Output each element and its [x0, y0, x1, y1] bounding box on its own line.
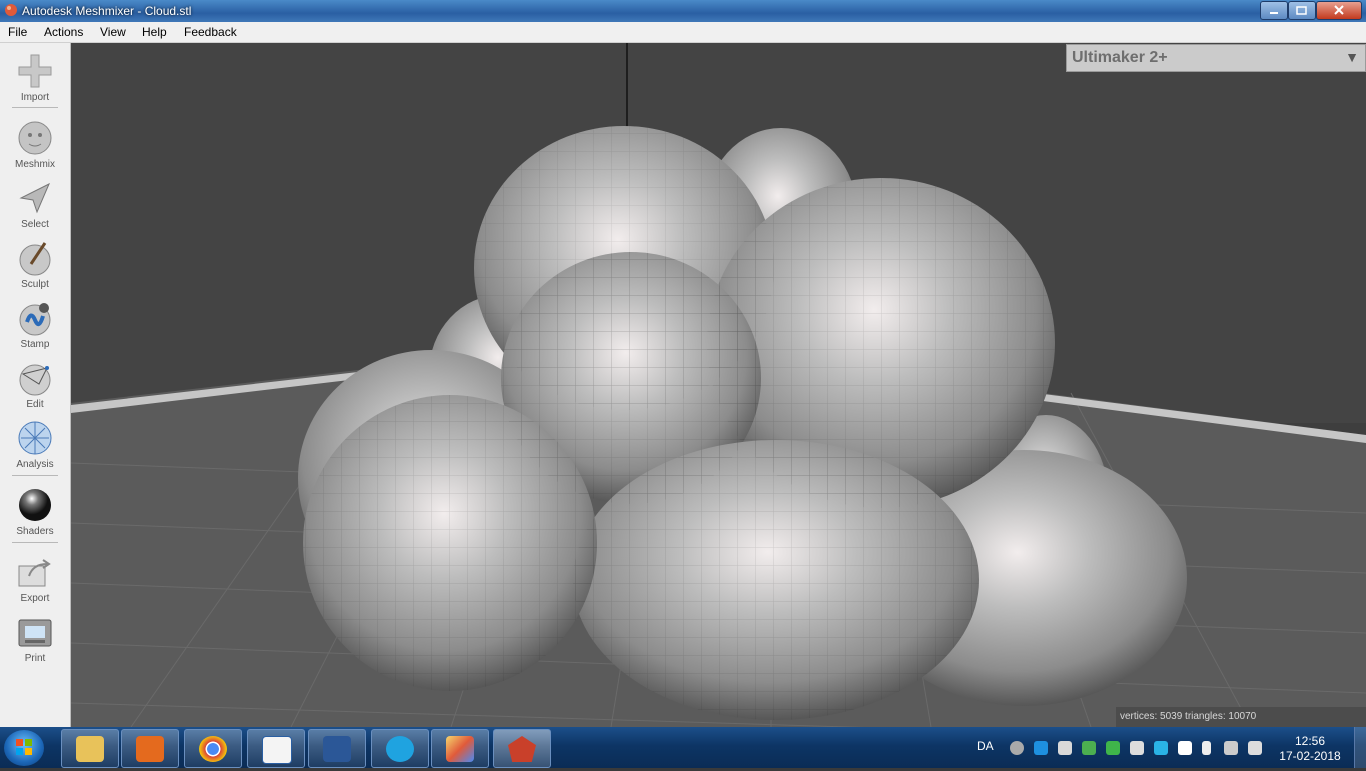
tray-device-icon[interactable]: [1130, 741, 1144, 755]
export-icon: [18, 559, 51, 587]
taskbar-explorer[interactable]: [61, 729, 119, 768]
chrome-icon: [199, 736, 227, 762]
system-clock[interactable]: 12:56 17-02-2018: [1270, 734, 1350, 764]
dropdown-arrow-icon: ▼: [1345, 49, 1359, 65]
stamp-icon: [19, 303, 51, 336]
menu-view[interactable]: View: [100, 25, 126, 39]
mesh-stats-text: vertices: 5039 triangles: 10070: [1120, 711, 1257, 722]
shaders-label: Shaders: [16, 526, 54, 537]
import-tool[interactable]: Import: [0, 47, 70, 103]
print-label: Print: [24, 653, 46, 664]
menu-feedback[interactable]: Feedback: [184, 25, 237, 39]
scene-canvas: [71, 43, 1366, 727]
select-label: Select: [21, 219, 49, 230]
meshmix-face-icon: [18, 121, 52, 155]
export-tool[interactable]: Export: [0, 548, 70, 604]
tray-volume-icon[interactable]: [1248, 741, 1262, 755]
menu-file[interactable]: File: [8, 25, 27, 39]
tray-network-icon[interactable]: [1010, 741, 1024, 755]
printer-icon: [18, 619, 52, 647]
sculpt-brush-icon: [19, 242, 51, 276]
meshmixer-icon: [508, 736, 536, 762]
print-tool[interactable]: Print: [0, 608, 70, 664]
edit-mesh-icon: [19, 364, 51, 396]
taskbar-word[interactable]: [308, 729, 366, 768]
taskbar: DA 12:56 17-02-2018: [0, 727, 1366, 768]
window-title: Autodesk Meshmixer - Cloud.stl: [22, 4, 192, 18]
tray-sync-icon[interactable]: [1034, 741, 1048, 755]
minimize-icon: [1270, 12, 1278, 14]
tray-shield-icon[interactable]: [1058, 741, 1072, 755]
sculpt-tool[interactable]: Sculpt: [0, 234, 70, 290]
meshmix-label: Meshmix: [14, 159, 55, 170]
tray-signal-icon[interactable]: [1224, 741, 1238, 755]
menu-help[interactable]: Help: [142, 25, 167, 39]
close-button[interactable]: [1316, 1, 1362, 20]
taskbar-media-player[interactable]: [121, 729, 179, 768]
taskbar-meshmixer[interactable]: [493, 729, 551, 768]
edit-label: Edit: [26, 399, 44, 410]
meshmixer-app-icon: [5, 4, 17, 16]
language-indicator[interactable]: DA: [977, 739, 994, 753]
tray-flag-icon[interactable]: [1178, 741, 1192, 755]
taskbar-ccleaner[interactable]: [371, 729, 429, 768]
media-player-icon: [136, 736, 164, 762]
select-tool[interactable]: Select: [0, 174, 70, 230]
shaders-tool[interactable]: Shaders: [0, 481, 70, 537]
analysis-tool[interactable]: Analysis: [0, 414, 70, 470]
title-bar: Autodesk Meshmixer - Cloud.stl: [0, 0, 1366, 22]
windows-logo-icon: [16, 739, 32, 755]
printer-name: Ultimaker 2+: [1072, 49, 1168, 66]
clock-time: 12:56: [1294, 734, 1326, 748]
stamp-label: Stamp: [20, 339, 50, 350]
taskbar-document[interactable]: [247, 729, 305, 768]
taskbar-chrome[interactable]: [184, 729, 242, 768]
export-label: Export: [20, 593, 50, 604]
toolbar-divider: [12, 542, 58, 543]
tray-antivirus-icon[interactable]: [1082, 741, 1096, 755]
tray-battery-icon[interactable]: [1202, 741, 1211, 755]
sculpt-label: Sculpt: [21, 279, 49, 290]
minimize-button[interactable]: [1260, 1, 1288, 20]
shader-ball-icon: [19, 489, 51, 521]
word-icon: [323, 736, 351, 762]
3d-viewport[interactable]: Ultimaker 2+ ▼ vertices: 5039 triangles:…: [71, 43, 1366, 727]
document-icon: [262, 736, 292, 764]
analysis-sphere-icon: [18, 421, 52, 455]
clock-date: 17-02-2018: [1279, 749, 1341, 763]
select-arrow-icon: [19, 182, 50, 214]
toolbar-divider: [12, 475, 58, 476]
mesh-stats: vertices: 5039 triangles: 10070: [1116, 707, 1366, 727]
plus-icon: [18, 54, 52, 88]
import-label: Import: [20, 92, 50, 103]
show-desktop-button[interactable]: [1354, 727, 1366, 768]
close-icon: [1334, 5, 1344, 15]
analysis-label: Analysis: [16, 459, 54, 470]
edit-tool[interactable]: Edit: [0, 354, 70, 410]
tool-palette: Import Meshmix Select Sculpt Stamp Edit …: [0, 43, 71, 727]
tray-app-icon[interactable]: [1154, 741, 1168, 755]
restore-icon: [1296, 6, 1307, 15]
tray-update-icon[interactable]: [1106, 741, 1120, 755]
folder-icon: [76, 736, 104, 762]
start-button[interactable]: [4, 730, 44, 766]
ccleaner-icon: [386, 736, 414, 762]
menu-bar: File Actions View Help Feedback: [0, 22, 1366, 43]
toolbar-divider: [12, 107, 58, 108]
menu-actions[interactable]: Actions: [44, 25, 83, 39]
paint-palette-icon: [446, 736, 474, 762]
stamp-tool[interactable]: Stamp: [0, 294, 70, 350]
meshmix-tool[interactable]: Meshmix: [0, 114, 70, 170]
maximize-button[interactable]: [1288, 1, 1316, 20]
taskbar-paint[interactable]: [431, 729, 489, 768]
printer-selector[interactable]: Ultimaker 2+ ▼: [1066, 44, 1366, 72]
